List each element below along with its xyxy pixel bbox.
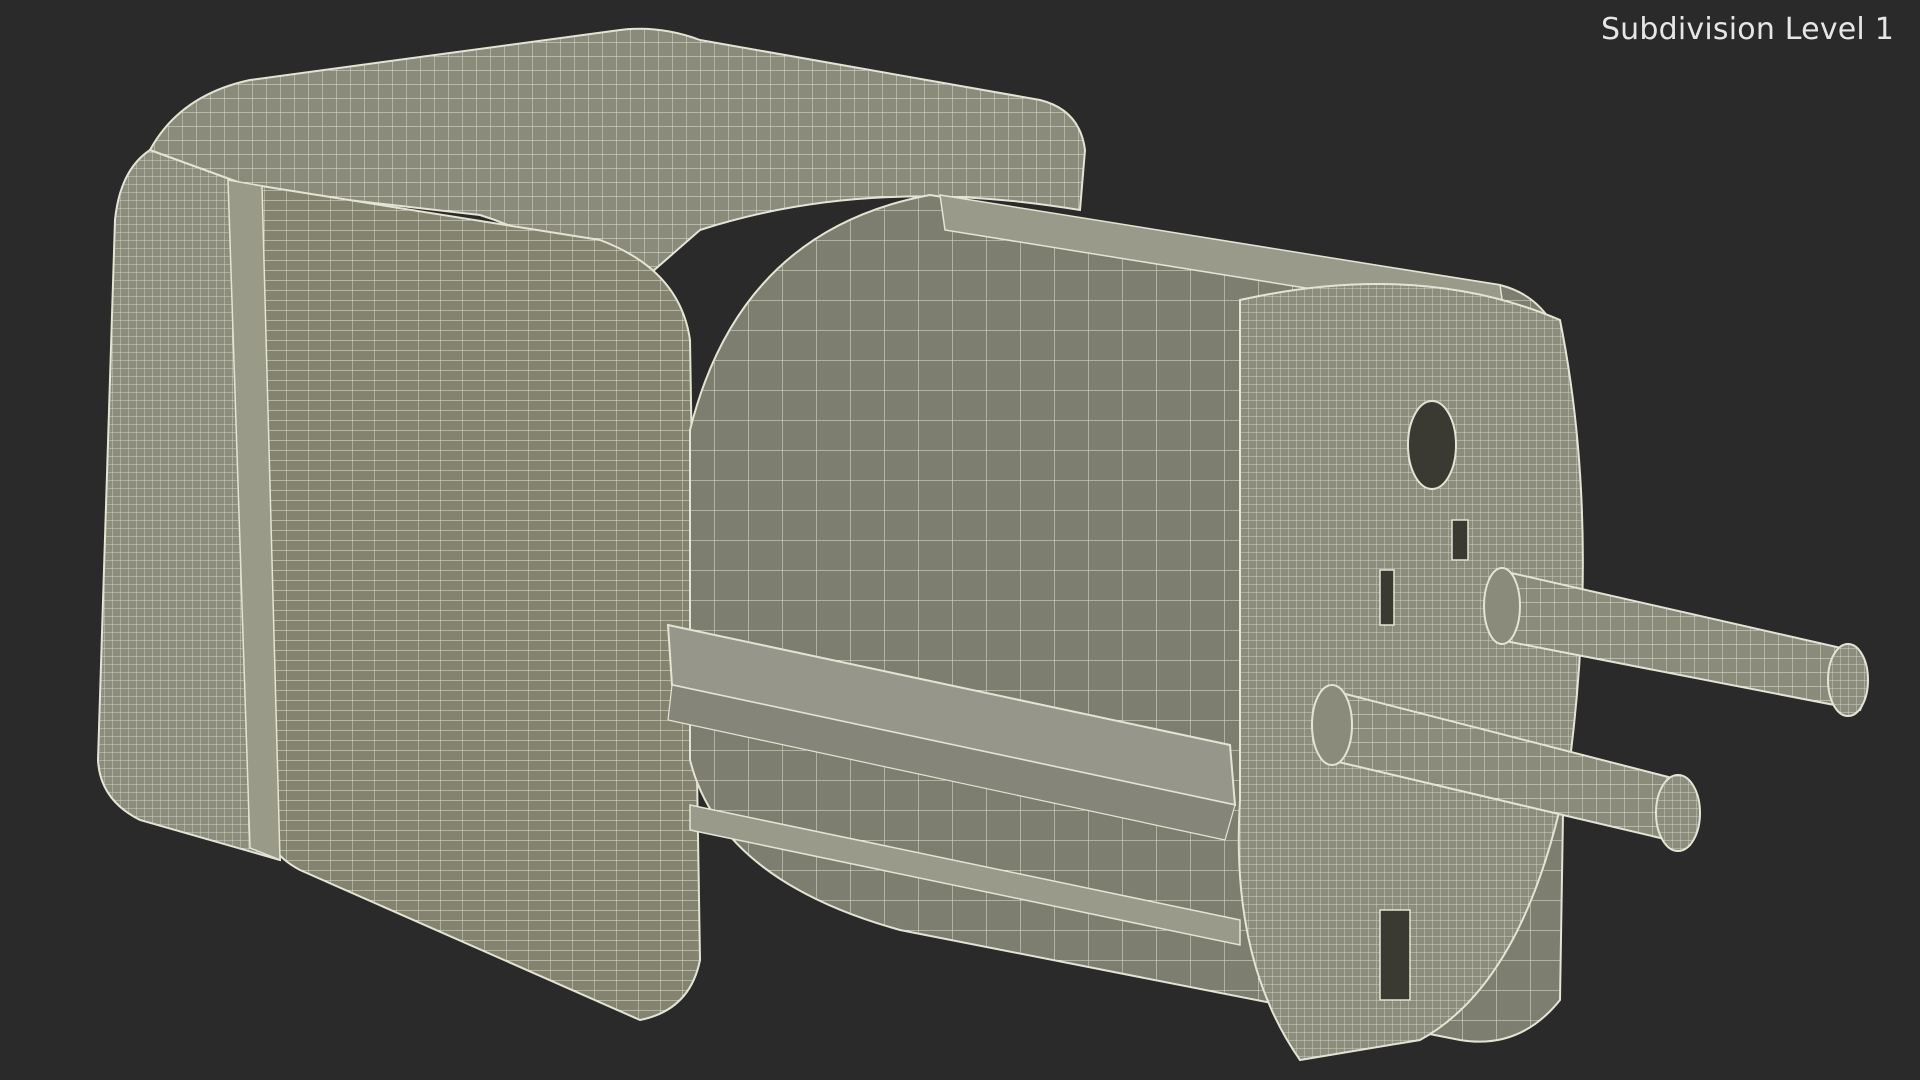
slot-upper <box>1451 519 1469 561</box>
wireframe-render <box>96 27 1869 1062</box>
viewport: Subdivision Level 1 <box>0 0 1920 1080</box>
slot-lower <box>1379 569 1395 626</box>
body-front-face <box>253 183 702 1022</box>
slot-bottom <box>1379 909 1411 1001</box>
subdivision-level-label: Subdivision Level 1 <box>1600 12 1894 47</box>
plug-cylinder <box>666 193 1584 1062</box>
earth-hole <box>1407 400 1457 490</box>
